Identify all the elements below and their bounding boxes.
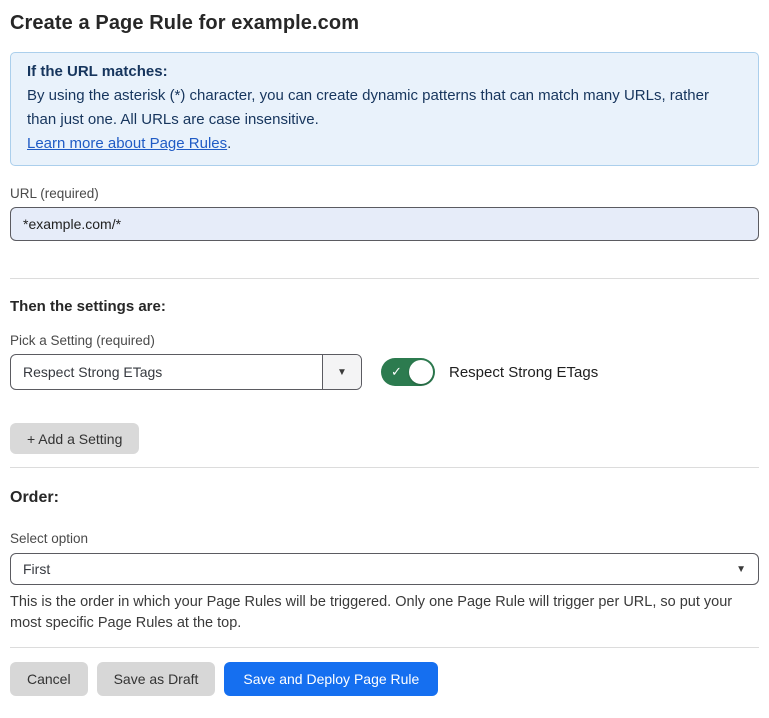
setting-row: Respect Strong ETags ▼ ✓ Respect Strong … xyxy=(10,354,759,390)
save-and-deploy-button[interactable]: Save and Deploy Page Rule xyxy=(224,662,438,696)
order-help-text: This is the order in which your Page Rul… xyxy=(10,592,759,634)
toggle-knob xyxy=(409,360,433,384)
section-divider xyxy=(10,278,759,279)
settings-section-heading: Then the settings are: xyxy=(10,298,759,315)
respect-strong-etags-toggle[interactable]: ✓ xyxy=(381,358,435,386)
setting-select-value: Respect Strong ETags xyxy=(11,355,322,389)
order-section-heading: Order: xyxy=(10,489,759,507)
pick-setting-label: Pick a Setting (required) xyxy=(10,333,759,348)
setting-select[interactable]: Respect Strong ETags ▼ xyxy=(10,354,362,390)
learn-more-link[interactable]: Learn more about Page Rules xyxy=(27,135,227,152)
info-box-heading: If the URL matches: xyxy=(27,60,742,84)
order-select-label: Select option xyxy=(10,531,759,546)
chevron-down-icon[interactable]: ▼ xyxy=(322,355,361,389)
page-title: Create a Page Rule for example.com xyxy=(10,12,759,35)
url-matches-info-box: If the URL matches: By using the asteris… xyxy=(10,52,759,166)
add-setting-button[interactable]: + Add a Setting xyxy=(10,423,139,454)
toggle-label: Respect Strong ETags xyxy=(449,364,598,381)
chevron-down-icon: ▼ xyxy=(736,564,746,575)
create-page-rule-form: Create a Page Rule for example.com If th… xyxy=(0,12,769,711)
info-box-body-text: By using the asterisk (*) character, you… xyxy=(27,87,709,128)
order-select-value: First xyxy=(23,561,50,577)
info-box-link-line: Learn more about Page Rules. xyxy=(27,132,742,156)
cancel-button[interactable]: Cancel xyxy=(10,662,88,696)
section-divider xyxy=(10,467,759,468)
order-select[interactable]: First ▼ xyxy=(10,553,759,585)
footer-actions: Cancel Save as Draft Save and Deploy Pag… xyxy=(10,662,759,711)
save-as-draft-button[interactable]: Save as Draft xyxy=(97,662,216,696)
url-field-label: URL (required) xyxy=(10,186,759,201)
info-box-body: By using the asterisk (*) character, you… xyxy=(27,84,742,132)
check-icon: ✓ xyxy=(391,365,402,378)
link-period: . xyxy=(227,135,231,152)
footer-divider xyxy=(10,647,759,648)
url-input[interactable] xyxy=(10,207,759,241)
